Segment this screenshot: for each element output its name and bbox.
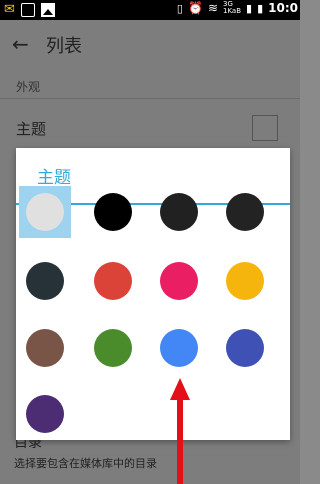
theme-preview-box[interactable] [252, 115, 278, 141]
color-swatch-black[interactable] [94, 193, 132, 231]
clock: 10:0 [268, 1, 298, 15]
back-arrow-icon[interactable]: ← [12, 32, 29, 56]
vibrate-icon: ▯ [176, 1, 183, 15]
color-swatch-deep-purple[interactable] [26, 395, 64, 433]
network-indicator: 3G 1KaB [223, 1, 241, 15]
color-swatch-red[interactable] [94, 262, 132, 300]
dialog-title: 主题 [37, 168, 71, 188]
section-divider [0, 98, 300, 99]
color-swatch-brown[interactable] [26, 329, 64, 367]
directory-setting-subtitle: 选择要包含在媒体库中的目录 [14, 457, 157, 470]
page-title: 列表 [46, 36, 82, 57]
notification-icon: ✉ [4, 2, 15, 17]
app-bar: ← 列表 [0, 20, 300, 70]
theme-setting-label[interactable]: 主题 [16, 118, 46, 139]
color-swatch-blue[interactable] [160, 329, 198, 367]
battery-icon: ▮ [257, 1, 264, 15]
color-swatch-blue-gray-dark[interactable] [26, 262, 64, 300]
alarm-icon: ⏰ [187, 1, 203, 15]
color-swatch-dark-1[interactable] [160, 193, 198, 231]
color-swatch-dark-2[interactable] [226, 193, 264, 231]
section-header-appearance: 外观 [16, 80, 41, 94]
color-swatch-light-gray[interactable] [26, 193, 64, 231]
status-bar: ✉ ▯ ⏰ ≋ 3G 1KaB ▮ ▮ 10:0 [0, 0, 300, 20]
theme-dialog: 主题 [16, 148, 290, 440]
color-swatch-pink[interactable] [160, 262, 198, 300]
wifi-icon: ≋ [207, 1, 218, 15]
image-icon [40, 2, 55, 17]
color-swatch-green[interactable] [94, 329, 132, 367]
color-swatch-indigo[interactable] [226, 329, 264, 367]
network-sub: 1KaB [223, 7, 242, 15]
signal-icon: ▮ [246, 1, 253, 15]
color-swatch-amber[interactable] [226, 262, 264, 300]
red-arrow-annotation [170, 378, 190, 484]
usb-icon [20, 2, 35, 17]
